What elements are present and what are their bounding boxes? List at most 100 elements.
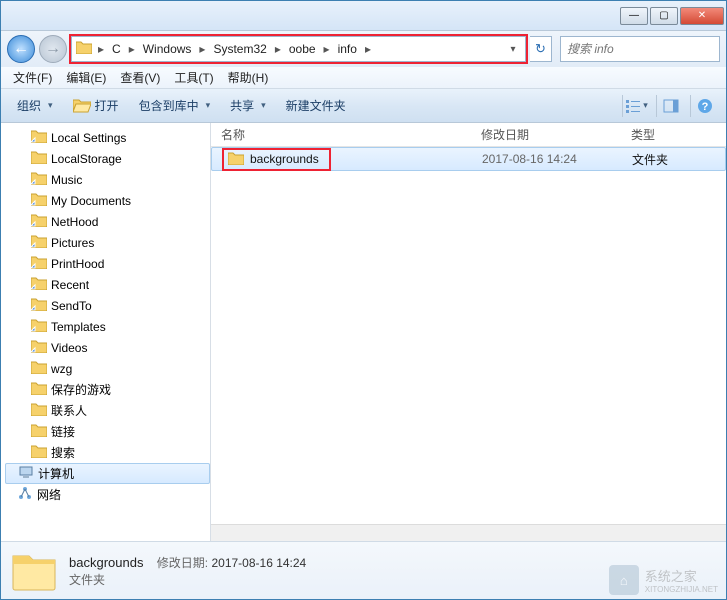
content-pane: 名称 修改日期 类型 backgrounds 2017-08-16 14:24文件…	[211, 123, 726, 541]
new-folder-button[interactable]: 新建文件夹	[278, 93, 354, 118]
folder-shortcut-icon	[31, 234, 47, 251]
folder-shortcut-icon	[31, 255, 47, 272]
tree-label: 保存的游戏	[51, 381, 111, 398]
file-list[interactable]: backgrounds 2017-08-16 14:24文件夹	[211, 147, 726, 524]
toolbar: 组织 打开 包含到库中 共享 新建文件夹 ▾ ?	[1, 89, 726, 123]
file-type: 文件夹	[622, 151, 725, 168]
maximize-button[interactable]: ▢	[650, 7, 678, 25]
details-date-label: 修改日期:	[157, 556, 208, 570]
tree-node[interactable]: 网络	[5, 484, 210, 505]
column-headers[interactable]: 名称 修改日期 类型	[211, 123, 726, 147]
file-row[interactable]: backgrounds 2017-08-16 14:24文件夹	[211, 147, 726, 171]
menu-edit[interactable]: 编辑(E)	[60, 67, 112, 88]
include-button[interactable]: 包含到库中	[131, 93, 219, 118]
tree-label: Local Settings	[51, 131, 126, 145]
tree-node[interactable]: 搜索	[5, 442, 210, 463]
chevron-right-icon[interactable]: ▸	[197, 42, 207, 56]
tree-node[interactable]: Recent	[5, 274, 210, 295]
watermark-sub: XITONGZHIJIA.NET	[645, 585, 718, 594]
chevron-right-icon[interactable]: ▸	[363, 42, 373, 56]
tree-node[interactable]: Templates	[5, 316, 210, 337]
nav-tree[interactable]: Local Settings LocalStorageMusicMy Docume…	[1, 123, 211, 541]
watermark-logo-icon: ⌂	[609, 565, 639, 595]
search-box[interactable]	[560, 36, 720, 62]
tree-node[interactable]: PrintHood	[5, 253, 210, 274]
tree-node[interactable]: Videos	[5, 337, 210, 358]
tree-node[interactable]: 链接	[5, 421, 210, 442]
menu-file[interactable]: 文件(F)	[7, 67, 58, 88]
open-button[interactable]: 打开	[65, 93, 127, 118]
tree-node[interactable]: Local Settings	[5, 127, 210, 148]
folder-icon	[31, 360, 47, 377]
details-date: 2017-08-16 14:24	[211, 556, 306, 570]
refresh-button[interactable]: ↻	[530, 36, 552, 62]
watermark: ⌂ 系统之家 XITONGZHIJIA.NET	[609, 565, 718, 595]
folder-search-icon	[31, 444, 47, 461]
tree-label: SendTo	[51, 299, 92, 313]
tree-label: Pictures	[51, 236, 94, 250]
breadcrumb-system32[interactable]: System32	[209, 42, 270, 56]
chevron-right-icon[interactable]: ▸	[273, 42, 283, 56]
col-type[interactable]: 类型	[621, 126, 726, 143]
breadcrumb-windows[interactable]: Windows	[139, 42, 196, 56]
share-button[interactable]: 共享	[222, 93, 274, 118]
tree-node[interactable]: 联系人	[5, 400, 210, 421]
tree-label: Videos	[51, 341, 87, 355]
details-pane: backgrounds 修改日期: 2017-08-16 14:24 文件夹 ⌂…	[1, 541, 726, 599]
chevron-right-icon[interactable]: ▸	[322, 42, 332, 56]
tree-label: PrintHood	[51, 257, 104, 271]
address-dropdown-icon[interactable]: ▾	[505, 44, 521, 55]
menu-view[interactable]: 查看(V)	[114, 67, 166, 88]
file-date: 2017-08-16 14:24	[472, 152, 622, 166]
tree-node[interactable]: SendTo	[5, 295, 210, 316]
tree-label: 搜索	[51, 444, 75, 461]
details-text: backgrounds 修改日期: 2017-08-16 14:24 文件夹	[69, 554, 306, 588]
close-button[interactable]: ✕	[680, 7, 724, 25]
minimize-button[interactable]: —	[620, 7, 648, 25]
organize-button[interactable]: 组织	[9, 93, 61, 118]
col-date[interactable]: 修改日期	[471, 126, 621, 143]
file-name: backgrounds	[250, 152, 319, 166]
chevron-right-icon[interactable]: ▸	[96, 42, 106, 56]
menu-tools[interactable]: 工具(T)	[168, 67, 219, 88]
search-input[interactable]	[567, 42, 713, 56]
folder-shortcut-icon	[31, 297, 47, 314]
tree-node[interactable]: wzg	[5, 358, 210, 379]
horizontal-scrollbar[interactable]	[211, 524, 726, 541]
folder-shortcut-icon	[31, 318, 47, 335]
breadcrumb-c[interactable]: C	[108, 42, 125, 56]
tree-node[interactable]: LocalStorage	[5, 148, 210, 169]
tree-node[interactable]: 计算机	[5, 463, 210, 484]
tree-node[interactable]: Music	[5, 169, 210, 190]
body: Local Settings LocalStorageMusicMy Docume…	[1, 123, 726, 541]
explorer-window: — ▢ ✕ ← → ▸ C ▸ Windows ▸ System32 ▸ oob…	[0, 0, 727, 600]
menu-help[interactable]: 帮助(H)	[222, 67, 275, 88]
open-folder-icon	[73, 98, 91, 113]
col-name[interactable]: 名称	[211, 126, 471, 143]
tree-label: 联系人	[51, 402, 87, 419]
view-options-button[interactable]: ▾	[622, 95, 650, 117]
tree-node[interactable]: Pictures	[5, 232, 210, 253]
folder-contacts-icon	[31, 402, 47, 419]
help-button[interactable]: ?	[690, 95, 718, 117]
back-button[interactable]: ←	[7, 35, 35, 63]
tree-label: 网络	[37, 486, 61, 503]
address-bar[interactable]: ▸ C ▸ Windows ▸ System32 ▸ oobe ▸ info ▸…	[71, 36, 526, 62]
folder-icon	[31, 150, 47, 167]
titlebar: — ▢ ✕	[1, 1, 726, 31]
folder-icon	[76, 40, 94, 58]
folder-shortcut-icon	[31, 171, 47, 188]
tree-node[interactable]: 保存的游戏	[5, 379, 210, 400]
preview-pane-button[interactable]	[656, 95, 684, 117]
tree-label: wzg	[51, 362, 72, 376]
chevron-right-icon[interactable]: ▸	[127, 42, 137, 56]
tree-node[interactable]: NetHood	[5, 211, 210, 232]
tree-label: 计算机	[38, 465, 74, 482]
breadcrumb-info[interactable]: info	[334, 42, 361, 56]
details-type: 文件夹	[69, 571, 306, 588]
network-icon	[17, 485, 33, 504]
tree-label: Templates	[51, 320, 106, 334]
tree-node[interactable]: My Documents	[5, 190, 210, 211]
forward-button[interactable]: →	[39, 35, 67, 63]
breadcrumb-oobe[interactable]: oobe	[285, 42, 320, 56]
